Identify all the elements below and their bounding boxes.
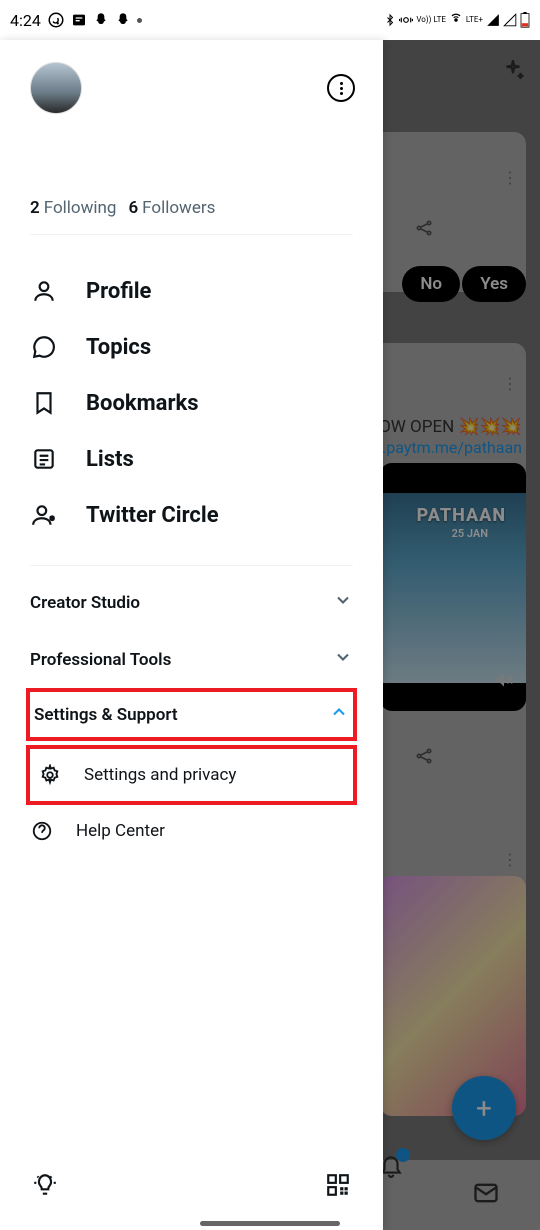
volte-label: Vo)) LTE <box>416 16 446 24</box>
followers-link[interactable]: 6Followers <box>128 198 215 218</box>
profile-icon <box>30 277 58 305</box>
nav-label: Bookmarks <box>86 391 199 416</box>
sub-label: Help Center <box>76 821 165 841</box>
signal-icon <box>503 13 517 27</box>
sub-label: Settings and privacy <box>84 765 236 785</box>
lightbulb-icon[interactable] <box>30 1170 60 1200</box>
navigation-drawer: 2Following 6Followers Profile Topics Boo… <box>0 40 383 1230</box>
gesture-bar <box>200 1221 340 1226</box>
highlight-settings-support: Settings & Support <box>26 688 357 741</box>
whatsapp-icon <box>47 11 65 29</box>
nav-label: Topics <box>86 335 151 360</box>
hotspot-icon <box>449 13 463 27</box>
avatar[interactable] <box>30 62 82 114</box>
bookmark-icon <box>30 389 58 417</box>
section-professional-tools[interactable]: Professional Tools <box>0 631 383 688</box>
chevron-down-icon <box>333 590 353 615</box>
nav-profile[interactable]: Profile <box>0 263 383 319</box>
section-label: Settings & Support <box>34 705 178 725</box>
topics-icon <box>30 333 58 361</box>
status-left: 4:24 <box>10 11 142 30</box>
qr-code-icon[interactable] <box>323 1170 353 1200</box>
status-bar: 4:24 Vo)) LTE LTE+ <box>0 0 540 40</box>
following-link[interactable]: 2Following <box>30 198 116 218</box>
section-label: Professional Tools <box>30 650 171 670</box>
lists-icon <box>30 445 58 473</box>
drawer-footer <box>0 1150 383 1230</box>
twitter-circle-icon <box>30 501 58 529</box>
notification-dot-icon <box>137 18 142 23</box>
help-icon <box>30 819 54 843</box>
secondary-nav: Creator Studio Professional Tools Settin… <box>0 566 383 865</box>
nav-twitter-circle[interactable]: Twitter Circle <box>0 487 383 543</box>
highlight-settings-privacy: Settings and privacy <box>26 745 357 805</box>
nav-label: Profile <box>86 279 151 304</box>
nav-label: Twitter Circle <box>86 503 219 528</box>
chevron-up-icon <box>329 702 349 727</box>
section-settings-support[interactable]: Settings & Support <box>30 692 353 737</box>
gear-icon <box>38 763 62 787</box>
primary-nav: Profile Topics Bookmarks Lists Twitter C… <box>0 235 383 565</box>
nav-label: Lists <box>86 447 134 472</box>
vibrate-icon <box>399 13 413 27</box>
sub-settings-privacy[interactable]: Settings and privacy <box>30 751 353 799</box>
sub-help-center[interactable]: Help Center <box>0 805 383 857</box>
snapchat-icon <box>93 12 109 28</box>
drawer-header <box>0 40 383 122</box>
lte-label: LTE+ <box>466 16 483 24</box>
section-label: Creator Studio <box>30 593 140 613</box>
status-right: Vo)) LTE LTE+ <box>384 12 530 28</box>
nav-bookmarks[interactable]: Bookmarks <box>0 375 383 431</box>
nav-lists[interactable]: Lists <box>0 431 383 487</box>
bluetooth-icon <box>384 13 396 27</box>
message-icon <box>71 12 87 28</box>
accounts-button[interactable] <box>327 74 355 102</box>
chevron-down-icon <box>333 647 353 672</box>
nav-topics[interactable]: Topics <box>0 319 383 375</box>
snapchat-icon <box>115 12 131 28</box>
battery-icon <box>520 12 530 28</box>
signal-icon <box>486 13 500 27</box>
status-time: 4:24 <box>10 11 41 30</box>
follow-stats: 2Following 6Followers <box>0 190 383 234</box>
section-creator-studio[interactable]: Creator Studio <box>0 574 383 631</box>
